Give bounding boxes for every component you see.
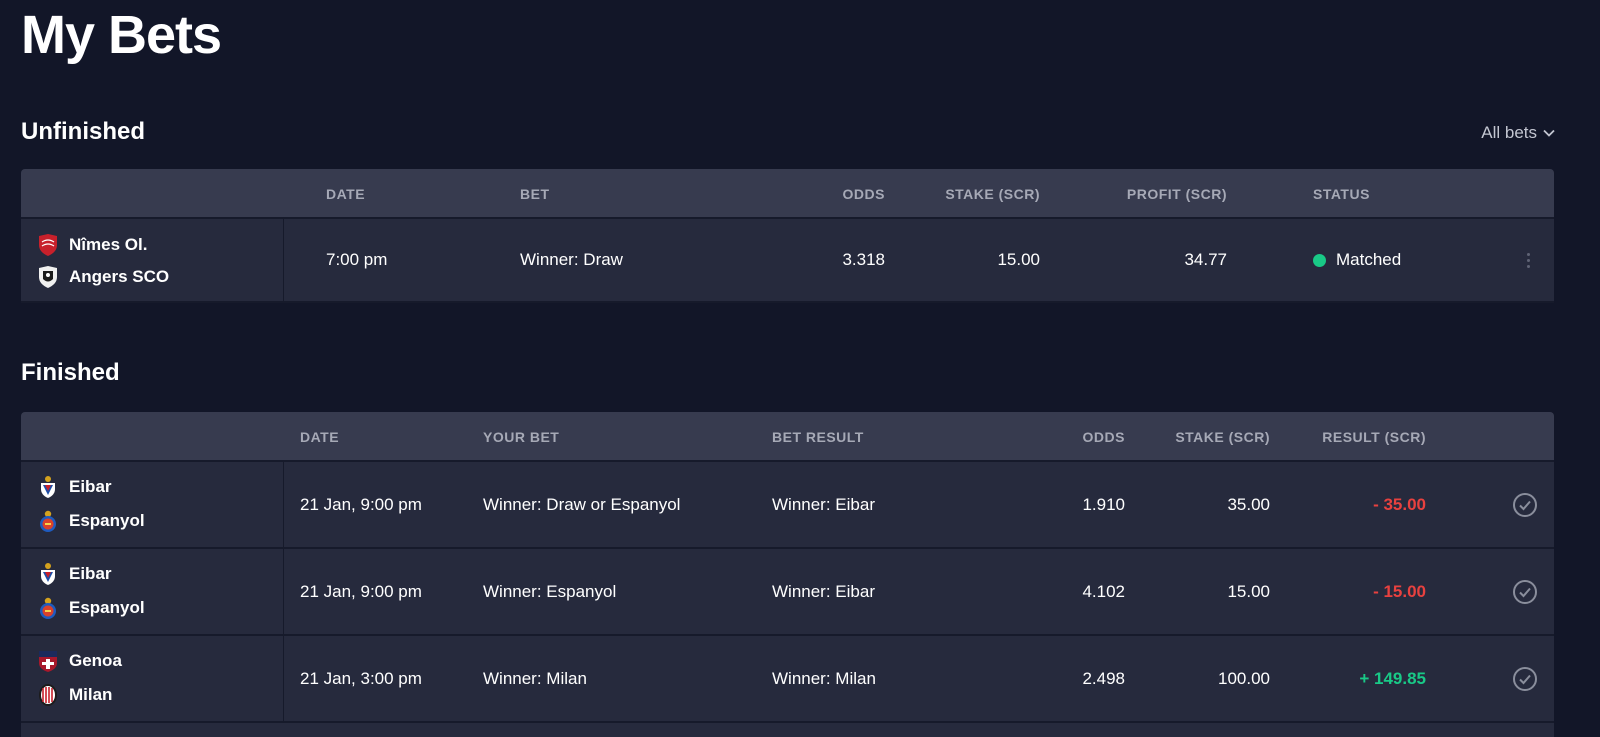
bet-odds: 2.498 [1082,668,1125,688]
column-header-bet-result: BET RESULT [772,429,864,445]
milan-crest-icon [37,683,59,707]
home-team: Eibar [37,562,112,586]
table-row[interactable] [21,723,1554,737]
settled-check-icon [1512,492,1538,518]
table-header: DATE BET ODDS STAKE (SCR) PROFIT (SCR) S… [21,169,1554,219]
bet-stake: 15.00 [1227,581,1270,601]
column-header-stake: STAKE (SCR) [1175,429,1270,445]
column-divider [283,549,284,634]
bet-stake: 35.00 [1227,494,1270,514]
column-divider [283,219,284,301]
settled-check-icon [1512,666,1538,692]
bet-odds: 3.318 [842,250,885,269]
bet-odds: 1.910 [1082,494,1125,514]
bet-stake: 15.00 [997,250,1040,269]
bet-selection: Winner: Draw or Espanyol [483,494,681,514]
home-team: Nîmes Ol. [37,233,147,257]
column-header-date: DATE [326,186,366,202]
nimes-crest-icon [37,233,59,257]
away-team: Milan [37,683,112,707]
finished-bets-table: DATE YOUR BET BET RESULT ODDS STAKE (SCR… [21,412,1554,737]
away-team-name: Angers SCO [69,267,170,286]
bet-stake: 100.00 [1218,668,1270,688]
chevron-down-icon [1543,129,1555,137]
away-team: Espanyol [37,509,145,533]
bet-selection: Winner: Espanyol [483,581,617,601]
away-team-name: Milan [69,685,113,704]
table-row[interactable]: Eibar Espanyol 21 Jan, 9:00 pm Winner: E… [21,549,1554,636]
status-dot-icon [1313,253,1326,267]
column-header-status: STATUS [1313,186,1370,202]
unfinished-section-title: Unfinished [21,118,145,145]
espanyol-crest-icon [37,596,59,620]
bet-odds: 4.102 [1082,581,1125,601]
genoa-crest-icon [37,649,59,673]
bet-result: Winner: Milan [772,668,876,688]
column-header-odds: ODDS [842,186,885,202]
settled-check-icon [1512,579,1538,605]
column-header-your-bet: YOUR BET [483,429,560,445]
espanyol-crest-icon [37,509,59,533]
bet-date: 7:00 pm [326,250,388,269]
match-teams: Eibar Espanyol [37,462,277,547]
column-header-profit: PROFIT (SCR) [1126,186,1227,202]
bet-date: 21 Jan, 3:00 pm [300,668,422,688]
table-header: DATE YOUR BET BET RESULT ODDS STAKE (SCR… [21,412,1554,462]
away-team: Angers SCO [37,265,169,289]
bet-date: 21 Jan, 9:00 pm [300,581,422,601]
column-header-stake: STAKE (SCR) [945,186,1040,202]
bets-filter-label: All bets [1481,123,1537,142]
finished-section-title: Finished [21,359,120,386]
column-header-date: DATE [300,429,340,445]
bet-selection: Winner: Draw [520,250,623,269]
bet-result-amount: - 15.00 [1373,581,1426,601]
home-team-name: Eibar [69,477,112,496]
match-teams: Nîmes Ol. Angers SCO [37,219,277,301]
home-team-name: Eibar [69,564,112,583]
column-divider [283,636,284,721]
column-divider [283,462,284,547]
away-team-name: Espanyol [69,511,145,530]
unfinished-bets-table: DATE BET ODDS STAKE (SCR) PROFIT (SCR) S… [21,169,1554,303]
more-options-icon[interactable] [1520,219,1536,301]
bet-selection: Winner: Milan [483,668,587,688]
bet-result: Winner: Eibar [772,494,875,514]
column-header-bet: BET [520,186,550,202]
my-bets-page: My Bets Unfinished All bets DATE BET ODD… [0,0,1600,737]
home-team: Eibar [37,475,112,499]
match-teams: Eibar Espanyol [37,549,277,634]
table-row[interactable]: Genoa Milan 21 Jan, 3:00 pm Winner: Mila… [21,636,1554,723]
column-header-odds: ODDS [1082,429,1125,445]
away-team-name: Espanyol [69,598,145,617]
page-title: My Bets [21,5,222,65]
home-team: Genoa [37,649,122,673]
bets-filter-dropdown[interactable]: All bets [1481,123,1555,143]
table-row[interactable]: Nîmes Ol. Angers SCO 7:00 pm Winner: Dra… [21,219,1554,303]
away-team: Espanyol [37,596,145,620]
bet-date: 21 Jan, 9:00 pm [300,494,422,514]
column-header-result: RESULT (SCR) [1322,429,1426,445]
bet-result-amount: + 149.85 [1359,668,1426,688]
eibar-crest-icon [37,562,59,586]
bet-status-label: Matched [1336,250,1402,269]
bet-profit: 34.77 [1184,250,1227,269]
match-teams: Genoa Milan [37,636,277,721]
bet-status: Matched [1313,219,1401,301]
home-team-name: Genoa [69,651,122,670]
bet-result-amount: - 35.00 [1373,494,1426,514]
bet-result: Winner: Eibar [772,581,875,601]
eibar-crest-icon [37,475,59,499]
table-row[interactable]: Eibar Espanyol 21 Jan, 9:00 pm Winner: D… [21,462,1554,549]
angers-crest-icon [37,265,59,289]
home-team-name: Nîmes Ol. [69,235,148,254]
